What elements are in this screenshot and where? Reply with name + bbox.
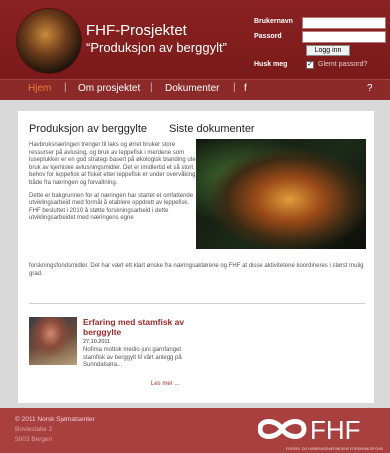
nav-item-help[interactable]: ? — [367, 83, 373, 94]
footer-copyright: © 2011 Norsk Sjømatsenter — [15, 416, 95, 423]
main-content: Produksjon av berggylte Siste dokumenter… — [18, 111, 374, 403]
intro-text: Havbruksnæringen trenger til laks og ørr… — [29, 142, 201, 228]
login-button[interactable]: Logg inn — [306, 45, 350, 56]
main-nav: Hjem | Om prosjektet | Dokumenter | f ? — [0, 79, 390, 100]
remember-me-label: Husk meg — [254, 61, 288, 68]
fhf-logo-icon: FHF — [258, 415, 361, 444]
username-input[interactable] — [302, 17, 386, 29]
password-label: Passord — [254, 33, 282, 40]
site-header: FHF-Prosjektet “Produksjon av berggylt” … — [0, 0, 390, 79]
nav-separator: | — [233, 82, 236, 93]
footer-tagline: FISKERI- OG HAVBRUKSNÆRINGENS FORSKNINGS… — [286, 447, 384, 451]
intro-paragraph: Dette er bakgrunnen for at næringen har … — [29, 192, 194, 222]
fish-logo-image — [16, 8, 82, 74]
news-excerpt: Nofima mottok medio juni garnfanget stam… — [83, 347, 182, 369]
news-date: 27.10.2011 — [83, 339, 111, 345]
intro-continuation: forskningsfondsmidler. Det har vært ett … — [29, 263, 364, 277]
latest-documents-heading[interactable]: Siste dokumenter — [169, 123, 255, 135]
divider — [29, 303, 365, 304]
nav-item-hjem[interactable]: Hjem — [28, 83, 51, 94]
news-thumbnail[interactable] — [29, 317, 77, 365]
site-subtitle: “Produksjon av berggylt” — [86, 40, 227, 55]
nav-item-om-prosjektet[interactable]: Om prosjektet — [78, 83, 140, 94]
nav-separator: | — [150, 82, 153, 93]
remember-me-checkbox[interactable]: ✓ — [306, 61, 314, 69]
wrasse-fish-photo — [196, 139, 366, 249]
nav-separator: | — [64, 82, 67, 93]
page-heading: Produksjon av berggylte — [29, 123, 148, 135]
intro-paragraph: Havbruksnæringen trenger til laks og ørr… — [29, 142, 200, 186]
footer-city: 5003 Bergen — [15, 436, 53, 443]
nav-item-dokumenter[interactable]: Dokumenter — [165, 83, 219, 94]
nav-item-truncated[interactable]: f — [244, 83, 247, 94]
fhf-logo-text: FHF — [310, 415, 361, 444]
footer-address: Boviestatie 2 — [15, 426, 53, 433]
password-input[interactable] — [302, 31, 386, 43]
username-label: Brukernavn — [254, 18, 293, 25]
news-title-link[interactable]: Erfaring med stamfisk av berggylte — [83, 317, 213, 337]
page: FHF-Prosjektet “Produksjon av berggylt” … — [0, 0, 390, 453]
read-more-link[interactable]: Les mer ... — [151, 381, 179, 387]
site-footer: © 2011 Norsk Sjømatsenter Boviestatie 2 … — [0, 408, 390, 453]
forgot-password-link[interactable]: Glemt passord? — [318, 61, 367, 68]
site-title: FHF-Prosjektet — [86, 22, 187, 39]
